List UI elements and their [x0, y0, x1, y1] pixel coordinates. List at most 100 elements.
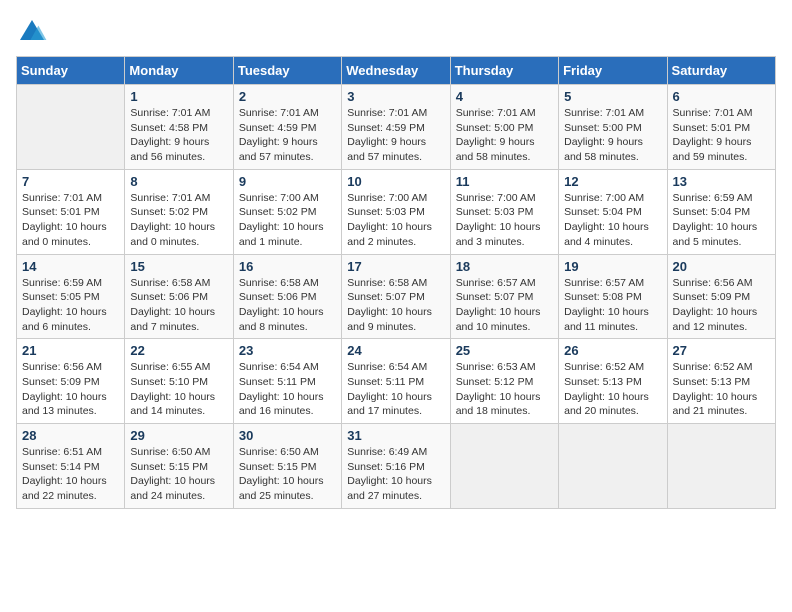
day-info: Sunrise: 6:55 AMSunset: 5:10 PMDaylight:…: [130, 360, 227, 419]
day-number: 15: [130, 259, 227, 274]
day-header-thursday: Thursday: [450, 57, 558, 85]
calendar-cell: 7 Sunrise: 7:01 AMSunset: 5:01 PMDaylight…: [17, 169, 125, 254]
day-info: Sunrise: 6:54 AMSunset: 5:11 PMDaylight:…: [347, 360, 444, 419]
day-info: Sunrise: 6:49 AMSunset: 5:16 PMDaylight:…: [347, 445, 444, 504]
calendar-cell: [667, 424, 775, 509]
day-number: 14: [22, 259, 119, 274]
day-number: 18: [456, 259, 553, 274]
day-number: 28: [22, 428, 119, 443]
day-info: Sunrise: 6:56 AMSunset: 5:09 PMDaylight:…: [673, 276, 770, 335]
day-number: 6: [673, 89, 770, 104]
day-number: 9: [239, 174, 336, 189]
day-number: 19: [564, 259, 661, 274]
calendar-cell: 27 Sunrise: 6:52 AMSunset: 5:13 PMDayligh…: [667, 339, 775, 424]
day-number: 17: [347, 259, 444, 274]
calendar-cell: 13 Sunrise: 6:59 AMSunset: 5:04 PMDayligh…: [667, 169, 775, 254]
calendar-cell: 9 Sunrise: 7:00 AMSunset: 5:02 PMDaylight…: [233, 169, 341, 254]
day-info: Sunrise: 7:01 AMSunset: 5:00 PMDaylight:…: [564, 106, 661, 165]
calendar-header-row: SundayMondayTuesdayWednesdayThursdayFrid…: [17, 57, 776, 85]
calendar-cell: 17 Sunrise: 6:58 AMSunset: 5:07 PMDayligh…: [342, 254, 450, 339]
calendar-cell: 22 Sunrise: 6:55 AMSunset: 5:10 PMDayligh…: [125, 339, 233, 424]
calendar-cell: 3 Sunrise: 7:01 AMSunset: 4:59 PMDaylight…: [342, 85, 450, 170]
calendar-cell: 18 Sunrise: 6:57 AMSunset: 5:07 PMDayligh…: [450, 254, 558, 339]
day-info: Sunrise: 7:00 AMSunset: 5:02 PMDaylight:…: [239, 191, 336, 250]
day-info: Sunrise: 7:01 AMSunset: 4:59 PMDaylight:…: [239, 106, 336, 165]
day-number: 8: [130, 174, 227, 189]
day-info: Sunrise: 6:58 AMSunset: 5:06 PMDaylight:…: [130, 276, 227, 335]
calendar-cell: 6 Sunrise: 7:01 AMSunset: 5:01 PMDaylight…: [667, 85, 775, 170]
day-number: 2: [239, 89, 336, 104]
day-info: Sunrise: 6:52 AMSunset: 5:13 PMDaylight:…: [673, 360, 770, 419]
day-info: Sunrise: 6:58 AMSunset: 5:06 PMDaylight:…: [239, 276, 336, 335]
day-number: 4: [456, 89, 553, 104]
day-number: 31: [347, 428, 444, 443]
calendar-week-3: 21 Sunrise: 6:56 AMSunset: 5:09 PMDayligh…: [17, 339, 776, 424]
day-info: Sunrise: 6:57 AMSunset: 5:07 PMDaylight:…: [456, 276, 553, 335]
calendar-week-2: 14 Sunrise: 6:59 AMSunset: 5:05 PMDayligh…: [17, 254, 776, 339]
calendar-cell: 31 Sunrise: 6:49 AMSunset: 5:16 PMDayligh…: [342, 424, 450, 509]
day-number: 26: [564, 343, 661, 358]
day-header-friday: Friday: [559, 57, 667, 85]
day-number: 7: [22, 174, 119, 189]
calendar-cell: 25Sunrise: 6:53 AMSunset: 5:12 PMDayligh…: [450, 339, 558, 424]
calendar-cell: 8Sunrise: 7:01 AMSunset: 5:02 PMDaylight…: [125, 169, 233, 254]
calendar-cell: [17, 85, 125, 170]
day-number: 21: [22, 343, 119, 358]
day-number: 29: [130, 428, 227, 443]
day-info: Sunrise: 6:59 AMSunset: 5:04 PMDaylight:…: [673, 191, 770, 250]
day-number: 1: [130, 89, 227, 104]
day-number: 12: [564, 174, 661, 189]
day-number: 11: [456, 174, 553, 189]
day-number: 16: [239, 259, 336, 274]
calendar-week-1: 7 Sunrise: 7:01 AMSunset: 5:01 PMDaylight…: [17, 169, 776, 254]
day-info: Sunrise: 6:59 AMSunset: 5:05 PMDaylight:…: [22, 276, 119, 335]
day-info: Sunrise: 6:54 AMSunset: 5:11 PMDaylight:…: [239, 360, 336, 419]
day-info: Sunrise: 7:01 AMSunset: 5:01 PMDaylight:…: [673, 106, 770, 165]
day-header-monday: Monday: [125, 57, 233, 85]
calendar-cell: 23 Sunrise: 6:54 AMSunset: 5:11 PMDayligh…: [233, 339, 341, 424]
day-info: Sunrise: 7:01 AMSunset: 4:58 PMDaylight:…: [130, 106, 227, 165]
calendar-cell: 20 Sunrise: 6:56 AMSunset: 5:09 PMDayligh…: [667, 254, 775, 339]
day-number: 13: [673, 174, 770, 189]
day-number: 24: [347, 343, 444, 358]
day-header-wednesday: Wednesday: [342, 57, 450, 85]
calendar-cell: 21 Sunrise: 6:56 AMSunset: 5:09 PMDayligh…: [17, 339, 125, 424]
calendar-cell: 1 Sunrise: 7:01 AMSunset: 4:58 PMDaylight…: [125, 85, 233, 170]
calendar-week-4: 28 Sunrise: 6:51 AMSunset: 5:14 PMDayligh…: [17, 424, 776, 509]
calendar-cell: 15 Sunrise: 6:58 AMSunset: 5:06 PMDayligh…: [125, 254, 233, 339]
day-info: Sunrise: 6:50 AMSunset: 5:15 PMDaylight:…: [239, 445, 336, 504]
day-number: 20: [673, 259, 770, 274]
day-info: Sunrise: 6:58 AMSunset: 5:07 PMDaylight:…: [347, 276, 444, 335]
day-info: Sunrise: 7:01 AMSunset: 5:00 PMDaylight:…: [456, 106, 553, 165]
day-number: 23: [239, 343, 336, 358]
day-number: 5: [564, 89, 661, 104]
day-info: Sunrise: 6:50 AMSunset: 5:15 PMDaylight:…: [130, 445, 227, 504]
day-number: 27: [673, 343, 770, 358]
day-number: 10: [347, 174, 444, 189]
day-info: Sunrise: 6:57 AMSunset: 5:08 PMDaylight:…: [564, 276, 661, 335]
calendar-cell: 30Sunrise: 6:50 AMSunset: 5:15 PMDayligh…: [233, 424, 341, 509]
calendar: SundayMondayTuesdayWednesdayThursdayFrid…: [16, 56, 776, 509]
day-info: Sunrise: 7:01 AMSunset: 5:01 PMDaylight:…: [22, 191, 119, 250]
day-info: Sunrise: 6:51 AMSunset: 5:14 PMDaylight:…: [22, 445, 119, 504]
page-header: [16, 16, 776, 48]
day-info: Sunrise: 6:56 AMSunset: 5:09 PMDaylight:…: [22, 360, 119, 419]
calendar-cell: 12 Sunrise: 7:00 AMSunset: 5:04 PMDayligh…: [559, 169, 667, 254]
calendar-cell: 19 Sunrise: 6:57 AMSunset: 5:08 PMDayligh…: [559, 254, 667, 339]
calendar-cell: 28 Sunrise: 6:51 AMSunset: 5:14 PMDayligh…: [17, 424, 125, 509]
day-info: Sunrise: 7:00 AMSunset: 5:03 PMDaylight:…: [456, 191, 553, 250]
calendar-cell: 14 Sunrise: 6:59 AMSunset: 5:05 PMDayligh…: [17, 254, 125, 339]
calendar-cell: 5 Sunrise: 7:01 AMSunset: 5:00 PMDaylight…: [559, 85, 667, 170]
day-info: Sunrise: 7:00 AMSunset: 5:04 PMDaylight:…: [564, 191, 661, 250]
calendar-cell: 10Sunrise: 7:00 AMSunset: 5:03 PMDayligh…: [342, 169, 450, 254]
calendar-cell: 29 Sunrise: 6:50 AMSunset: 5:15 PMDayligh…: [125, 424, 233, 509]
logo: [16, 16, 52, 48]
calendar-cell: 2 Sunrise: 7:01 AMSunset: 4:59 PMDaylight…: [233, 85, 341, 170]
day-number: 22: [130, 343, 227, 358]
day-info: Sunrise: 7:01 AMSunset: 4:59 PMDaylight:…: [347, 106, 444, 165]
day-number: 3: [347, 89, 444, 104]
calendar-cell: 11 Sunrise: 7:00 AMSunset: 5:03 PMDayligh…: [450, 169, 558, 254]
calendar-cell: 24 Sunrise: 6:54 AMSunset: 5:11 PMDayligh…: [342, 339, 450, 424]
day-header-tuesday: Tuesday: [233, 57, 341, 85]
calendar-cell: 4 Sunrise: 7:01 AMSunset: 5:00 PMDaylight…: [450, 85, 558, 170]
